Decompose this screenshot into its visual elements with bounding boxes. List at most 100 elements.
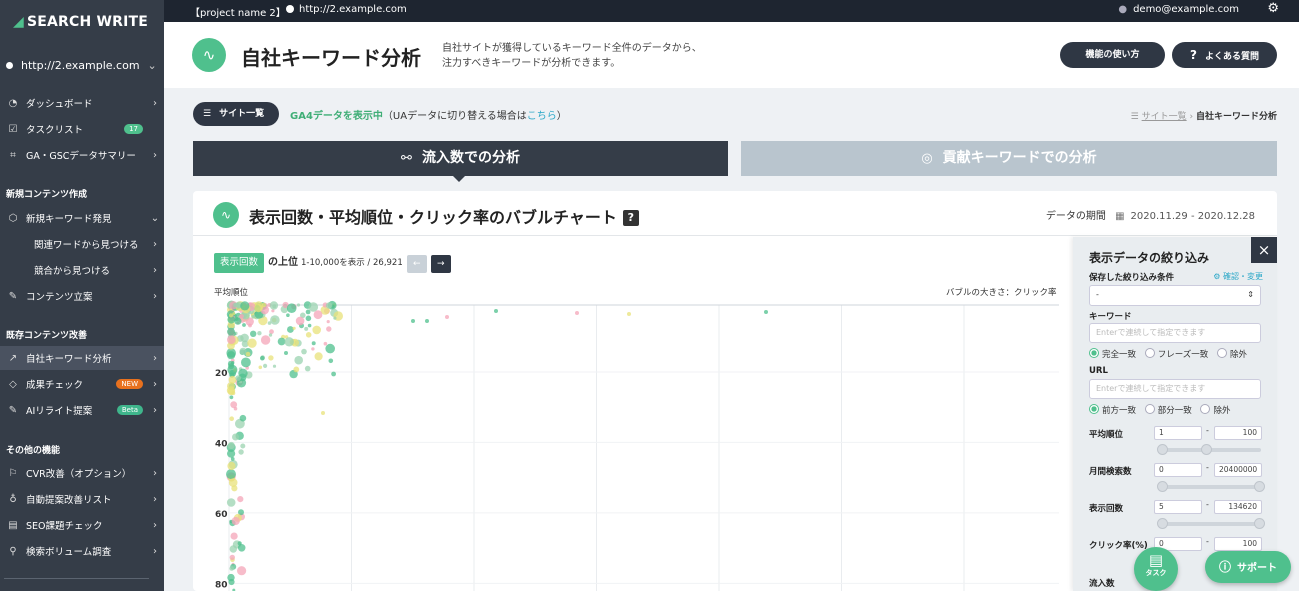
bubble[interactable] [237,496,244,503]
bubble[interactable] [242,323,246,327]
slider-handle[interactable] [1254,518,1265,529]
breadcrumb-site-list[interactable]: サイト一覧 [1142,112,1187,122]
bubble[interactable] [239,347,247,355]
sidebar-item-tasklist[interactable]: ☑ タスクリスト 17 [0,117,164,141]
bubble[interactable] [238,449,244,455]
sidebar-item-results-check[interactable]: ◇ 成果チェック NEW › [0,372,164,396]
bubble[interactable] [226,469,236,480]
bubble[interactable] [411,319,415,323]
bubble[interactable] [228,478,238,487]
bubble[interactable] [268,333,273,337]
bubble[interactable] [261,302,267,308]
bubble[interactable] [311,347,315,351]
site-list-button[interactable]: ☰ サイト一覧 [193,102,279,126]
ctr-max-input[interactable]: 100 [1214,537,1262,551]
bubble[interactable] [292,326,296,330]
bubble[interactable] [313,310,323,320]
bubble[interactable] [227,461,236,471]
help-icon[interactable]: ? [622,210,639,226]
bubble[interactable] [240,443,246,449]
slider-handle[interactable] [1254,481,1265,492]
bubble[interactable] [294,355,303,365]
bubble[interactable] [227,388,235,396]
site-url[interactable]: http://2.example.com [286,4,407,15]
sidebar-item-search-volume[interactable]: ⚲ 検索ボリューム調査 › [0,539,164,563]
slider-handle[interactable] [1157,481,1168,492]
bubble[interactable] [227,441,235,450]
faq-button[interactable]: ? よくある質問 [1172,42,1277,68]
slider-handle[interactable] [1157,444,1168,455]
bubble[interactable] [227,335,236,344]
bubble[interactable] [272,364,277,368]
bubble[interactable] [494,309,498,313]
bubble[interactable] [305,315,312,322]
bubble[interactable] [311,341,316,346]
bubble[interactable] [308,302,319,312]
bubble[interactable] [237,566,247,576]
bubble[interactable] [230,401,238,409]
bubble[interactable] [296,303,301,307]
bubble[interactable] [229,554,235,561]
bubble[interactable] [304,326,309,331]
bubble[interactable] [304,365,311,372]
bubble[interactable] [268,355,274,361]
bubble[interactable] [227,327,235,336]
sidebar-item-dashboard[interactable]: ◔ ダッシュボード › [0,91,164,115]
howto-button[interactable]: 機能の使い方 [1060,42,1165,68]
bubble[interactable] [575,311,579,315]
bubble[interactable] [425,319,429,323]
bubble[interactable] [269,301,279,310]
tab-contribution-keyword[interactable]: ◎ 貢献キーワードでの分析 [741,141,1277,176]
task-fab-button[interactable]: ▤ タスク [1134,547,1178,591]
sidebar-item-cvr[interactable]: ⚐ CVR改善（オプション） › [0,461,164,485]
bubble[interactable] [295,316,305,326]
keyword-input[interactable]: Enterで連続して指定できます [1089,323,1261,343]
impressions-slider[interactable] [1157,518,1265,529]
project-name[interactable]: 【project name 2】 [190,4,286,19]
sidebar-item-own-keyword[interactable]: ↗ 自社キーワード分析 › [0,346,164,370]
bubble[interactable] [245,351,251,357]
bubble[interactable] [258,365,263,370]
impressions-max-input[interactable]: 134620 [1214,500,1262,514]
bubble[interactable] [284,351,288,355]
logo[interactable]: ◢ SEARCH WRITE [13,14,148,30]
sidebar-item-competitors[interactable]: 競合から見つける › [0,258,164,282]
radio-url-exclude[interactable]: 除外 [1200,404,1230,416]
saved-filter-link[interactable]: ⚙ 確認・変更 [1213,271,1263,282]
bubble[interactable] [287,326,294,333]
bubble[interactable] [328,358,334,364]
bubble[interactable] [305,332,312,338]
bubble[interactable] [232,433,239,441]
rank-min-input[interactable]: 1 [1154,426,1202,440]
bubble[interactable] [232,312,236,316]
close-icon[interactable]: × [1251,237,1277,263]
bubble[interactable] [270,315,280,325]
radio-prefix[interactable]: 前方一致 [1089,404,1136,416]
prev-page-button[interactable]: ← [406,255,427,273]
bubble[interactable] [257,331,262,336]
sidebar-item-ai-rewrite[interactable]: ✎ AIリライト提案 Beta › [0,398,164,422]
bubble[interactable] [237,544,246,552]
bubble[interactable] [301,348,307,355]
bubble[interactable] [229,416,234,421]
radio-partial[interactable]: 部分一致 [1144,404,1192,416]
bubble[interactable] [226,498,236,507]
bubble[interactable] [307,323,312,328]
bubble[interactable] [227,449,236,458]
bubble[interactable] [234,317,242,325]
bubble[interactable] [247,338,257,348]
sidebar-item-content-plan[interactable]: ✎ コンテンツ立案 › [0,284,164,308]
bubble[interactable] [260,335,271,345]
bubble[interactable] [235,375,241,381]
gear-icon[interactable]: ⚙ [1267,1,1279,16]
bubble[interactable] [227,573,235,582]
bubble[interactable] [325,302,333,309]
radio-exclude[interactable]: 除外 [1217,348,1247,360]
bubble[interactable] [321,411,325,415]
bubble[interactable] [239,314,244,319]
bubble[interactable] [286,313,290,317]
bubble[interactable] [241,357,251,368]
sidebar-item-related-words[interactable]: 関連ワードから見つける › [0,232,164,256]
bubble[interactable] [326,320,330,324]
bubble[interactable] [627,312,631,316]
